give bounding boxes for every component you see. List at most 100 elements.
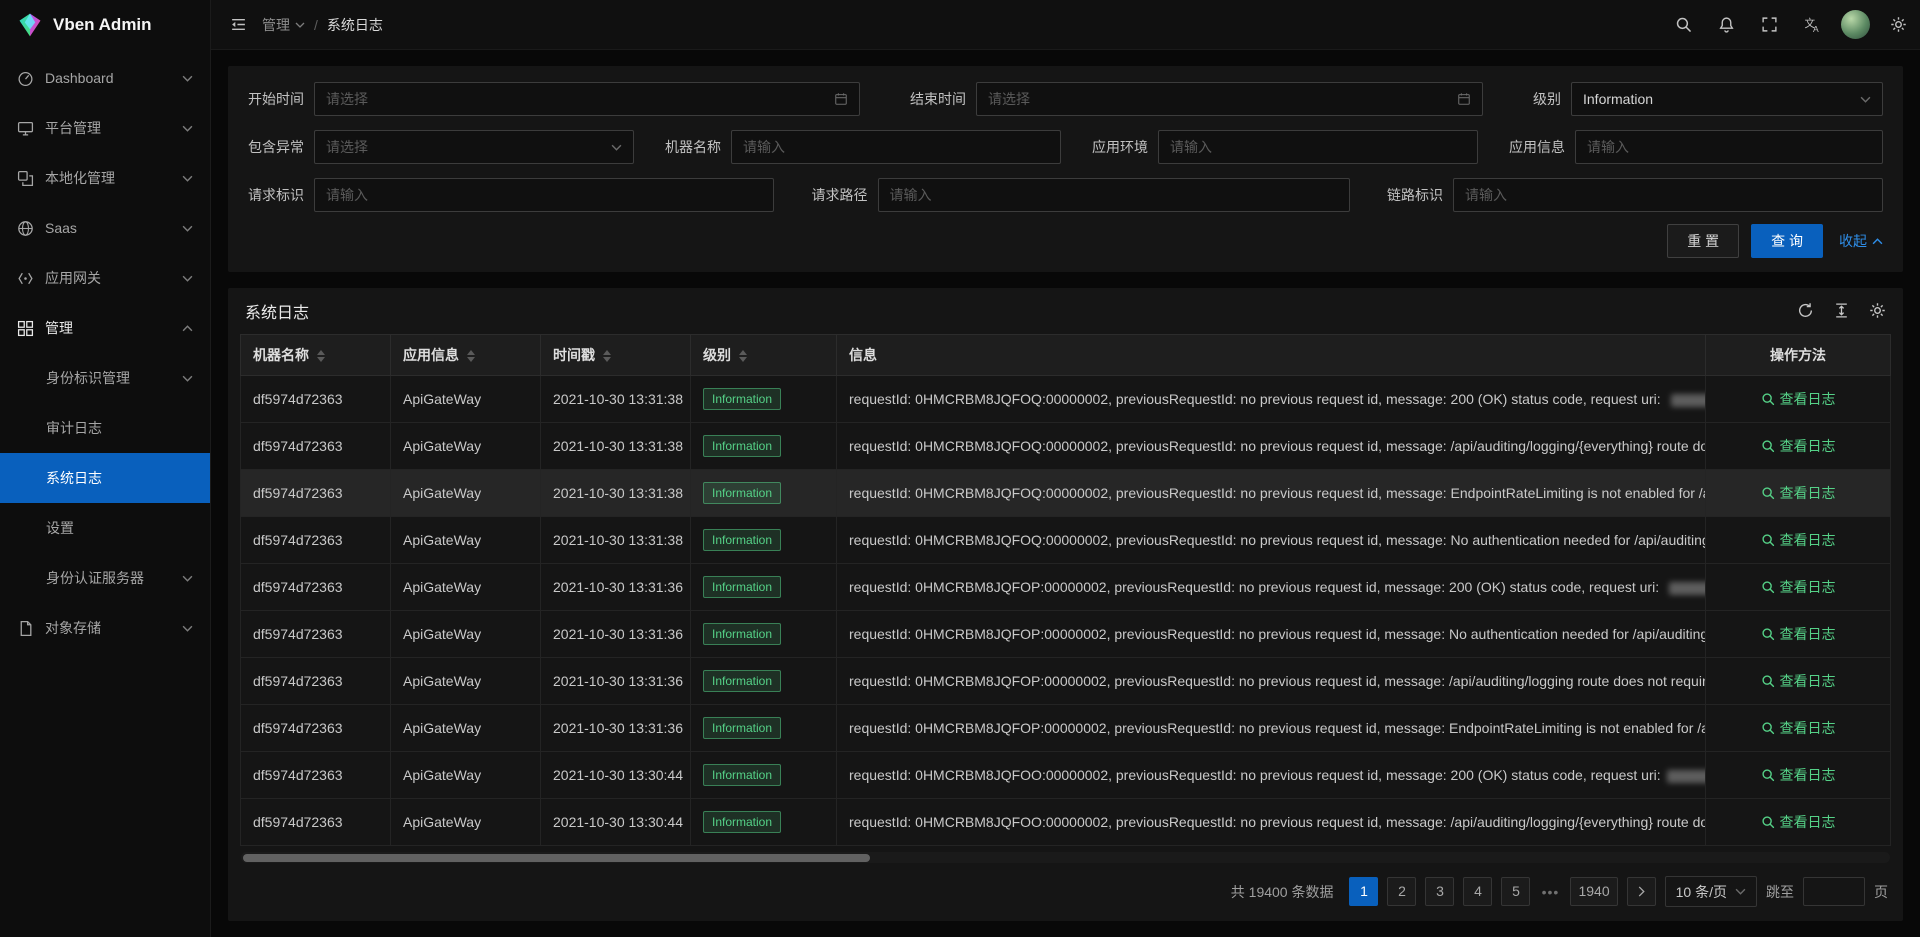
app-env-input[interactable] (1158, 130, 1478, 164)
view-log-action[interactable]: 查看日志 (1761, 530, 1836, 550)
level-cell: Information (691, 704, 837, 751)
level-cell: Information (691, 751, 837, 798)
jump-label: 跳至 (1766, 882, 1794, 902)
translate-icon[interactable]: 文A (1791, 0, 1834, 49)
sort-carets-icon[interactable] (603, 350, 611, 362)
level-cell: Information (691, 798, 837, 845)
action-cell: 查看日志 (1706, 422, 1891, 469)
collapse-link[interactable]: 收起 (1839, 231, 1883, 251)
page-button-5[interactable]: 5 (1501, 877, 1530, 906)
settings-gear-icon[interactable] (1877, 0, 1920, 49)
manage-grid-icon (17, 320, 34, 337)
view-log-label: 查看日志 (1780, 530, 1836, 550)
filter-field-trace-id: 链路标识 (1387, 178, 1883, 212)
view-log-action[interactable]: 查看日志 (1761, 483, 1836, 503)
scrollbar-thumb[interactable] (243, 854, 870, 862)
view-log-action[interactable]: 查看日志 (1761, 436, 1836, 456)
view-log-action[interactable]: 查看日志 (1761, 812, 1836, 832)
sort-carets-icon[interactable] (467, 350, 475, 362)
page-button-2[interactable]: 2 (1387, 877, 1416, 906)
user-avatar[interactable] (1834, 0, 1877, 49)
notification-bell-icon[interactable] (1705, 0, 1748, 49)
sidebar-item-label: 应用网关 (45, 268, 171, 288)
view-log-action[interactable]: 查看日志 (1761, 577, 1836, 597)
include-exception-select[interactable]: 请选择 (314, 130, 634, 164)
column-settings-gear-icon[interactable] (1869, 302, 1886, 319)
next-page-button[interactable] (1627, 877, 1656, 906)
column-header-timestamp[interactable]: 时间戳 (541, 334, 691, 375)
view-log-action[interactable]: 查看日志 (1761, 624, 1836, 644)
logo[interactable]: Vben Admin (0, 0, 210, 49)
calendar-icon (834, 92, 848, 106)
sidebar-item-gateway[interactable]: 应用网关 (0, 253, 210, 303)
page-button-3[interactable]: 3 (1425, 877, 1454, 906)
redacted-text (1669, 582, 1706, 595)
column-label: 级别 (703, 347, 731, 363)
redacted-text (1667, 770, 1706, 783)
start-time-picker[interactable]: 请选择 (314, 82, 860, 116)
filter-field-include-exception: 包含异常 请选择 (248, 130, 634, 164)
page-button-1[interactable]: 1 (1349, 877, 1378, 906)
page-button-last[interactable]: 1940 (1570, 877, 1617, 906)
collapse-label: 收起 (1839, 231, 1867, 251)
sidebar-item-dashboard[interactable]: Dashboard (0, 53, 210, 103)
app-info-cell: ApiGateWay (391, 798, 541, 845)
pagination-ellipsis[interactable]: ••• (1539, 884, 1561, 900)
column-label: 机器名称 (253, 347, 309, 363)
row-height-icon[interactable] (1833, 302, 1850, 319)
view-log-action[interactable]: 查看日志 (1761, 671, 1836, 691)
sort-carets-icon[interactable] (739, 350, 747, 362)
end-time-picker[interactable]: 请选择 (976, 82, 1483, 116)
filter-field-app-info: 应用信息 (1509, 130, 1883, 164)
sidebar-item-identity-management[interactable]: 身份标识管理 (0, 353, 210, 403)
machine-name-input[interactable] (731, 130, 1061, 164)
column-header-app-info[interactable]: 应用信息 (391, 334, 541, 375)
chevron-down-icon (611, 144, 622, 151)
trace-id-input[interactable] (1453, 178, 1883, 212)
sidebar-item-auth-server[interactable]: 身份认证服务器 (0, 553, 210, 603)
level-badge: Information (703, 435, 781, 457)
level-select[interactable]: Information (1571, 82, 1883, 116)
sidebar-item-platform[interactable]: 平台管理 (0, 103, 210, 153)
sidebar-item-settings[interactable]: 设置 (0, 503, 210, 553)
fullscreen-icon[interactable] (1748, 0, 1791, 49)
message-cell: requestId: 0HMCRBM8JQFOQ:00000002, previ… (837, 375, 1706, 422)
jump-page-input[interactable] (1803, 877, 1865, 906)
sidebar-item-manage[interactable]: 管理 (0, 303, 210, 353)
page-button-4[interactable]: 4 (1463, 877, 1492, 906)
table-title: 系统日志 (245, 299, 309, 323)
breadcrumb-parent[interactable]: 管理 (262, 15, 305, 35)
view-log-action[interactable]: 查看日志 (1761, 718, 1836, 738)
level-badge: Information (703, 623, 781, 645)
sidebar-item-saas[interactable]: Saas (0, 203, 210, 253)
chevron-down-icon (295, 22, 305, 28)
sidebar-item-system-log[interactable]: 系统日志 (0, 453, 210, 503)
reset-button[interactable]: 重 置 (1667, 224, 1739, 258)
sidebar-item-localization[interactable]: 本地化管理 (0, 153, 210, 203)
select-value: Information (1583, 91, 1860, 107)
column-header-machine-name[interactable]: 机器名称 (241, 334, 391, 375)
filter-panel: 开始时间 请选择 结束时间 请选择 级别 (228, 66, 1903, 272)
sidebar-item-audit-log[interactable]: 审计日志 (0, 403, 210, 453)
machine-name-cell: df5974d72363 (241, 375, 391, 422)
app-info-input[interactable] (1575, 130, 1883, 164)
menu-fold-icon[interactable] (230, 16, 247, 33)
request-path-input[interactable] (878, 178, 1350, 212)
sort-carets-icon[interactable] (317, 350, 325, 362)
view-log-action[interactable]: 查看日志 (1761, 389, 1836, 409)
request-id-input[interactable] (314, 178, 774, 212)
search-button[interactable]: 查 询 (1751, 224, 1823, 258)
sidebar-item-object-storage[interactable]: 对象存储 (0, 603, 210, 653)
view-log-action[interactable]: 查看日志 (1761, 765, 1836, 785)
refresh-icon[interactable] (1797, 302, 1814, 319)
breadcrumb-separator: / (314, 17, 318, 33)
horizontal-scrollbar[interactable] (241, 852, 1890, 863)
search-icon[interactable] (1662, 0, 1705, 49)
column-header-level[interactable]: 级别 (691, 334, 837, 375)
machine-name-cell: df5974d72363 (241, 704, 391, 751)
column-label: 操作方法 (1770, 347, 1826, 363)
breadcrumb-current: 系统日志 (327, 15, 383, 35)
page-size-select[interactable]: 10 条/页 (1665, 876, 1757, 907)
level-cell: Information (691, 375, 837, 422)
placeholder-text: 请选择 (326, 137, 611, 157)
